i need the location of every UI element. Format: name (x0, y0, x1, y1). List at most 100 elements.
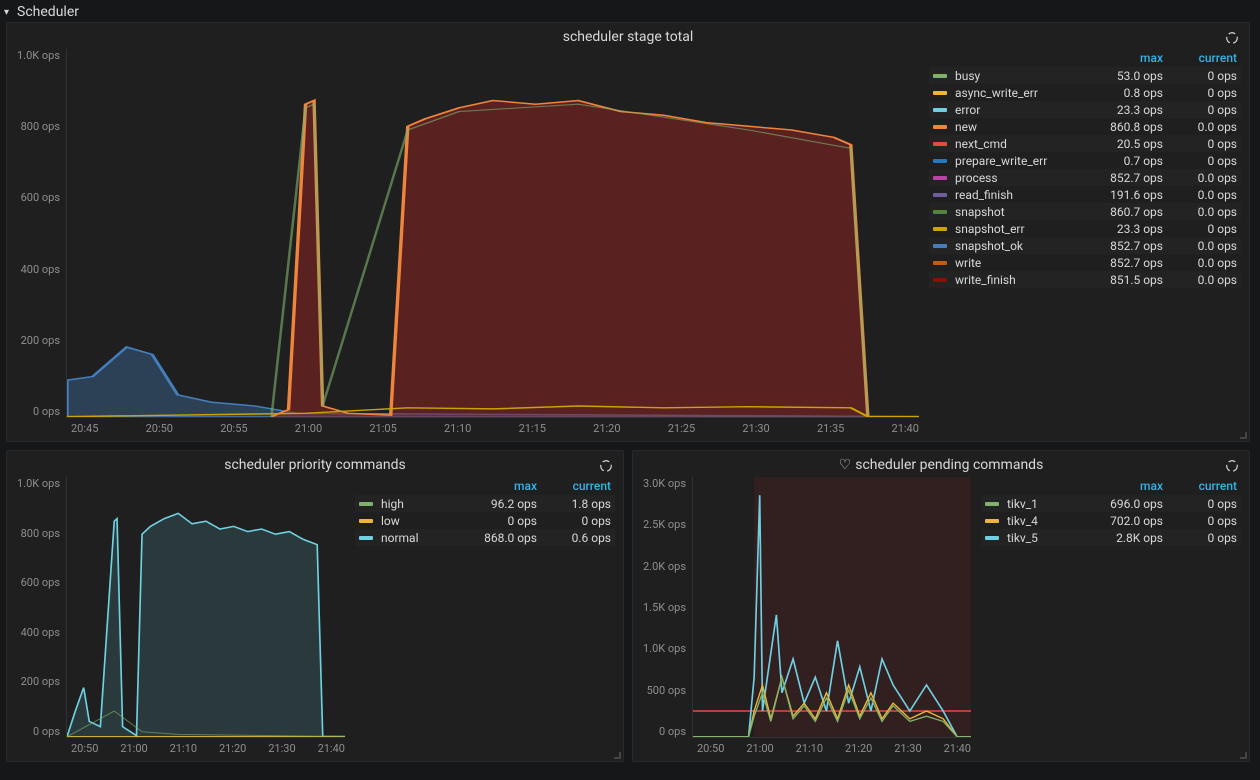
axis-tick: 21:20 (593, 422, 620, 435)
axis-tick: 20:55 (220, 422, 247, 435)
axis-tick: 1.0K ops (643, 642, 686, 655)
axis-tick: 21:10 (170, 742, 197, 755)
legend-max-value: 53.0 ops (1089, 69, 1163, 83)
y-axis: 3.0K ops2.5K ops2.0K ops1.5K ops1.0K ops… (641, 477, 692, 738)
plot-canvas[interactable] (66, 477, 345, 738)
legend-swatch (933, 176, 947, 180)
axis-tick: 0 ops (33, 405, 60, 418)
chart-area: 1.0K ops800 ops600 ops400 ops200 ops0 op… (15, 49, 919, 437)
legend-row[interactable]: busy53.0 ops0 ops (929, 67, 1241, 84)
legend-row[interactable]: snapshot_err23.3 ops0 ops (929, 220, 1241, 237)
axis-tick: 800 ops (21, 120, 60, 133)
panels-container: scheduler stage total 1.0K ops800 ops600… (0, 22, 1260, 768)
legend-swatch (359, 519, 373, 523)
legend-max-value: 868.0 ops (463, 531, 537, 545)
legend-max-value: 23.3 ops (1089, 222, 1163, 236)
axis-tick: 200 ops (21, 334, 60, 347)
legend-col-current[interactable]: current (1163, 51, 1237, 65)
legend-row[interactable]: prepare_write_err0.7 ops0 ops (929, 152, 1241, 169)
axis-tick: 1.0K ops (17, 477, 60, 490)
legend-col-current[interactable]: current (537, 479, 611, 493)
legend-series-name: high (381, 497, 463, 511)
legend-current-value: 0 ops (1163, 222, 1237, 236)
axis-tick: 21:00 (746, 742, 773, 755)
legend-swatch (933, 227, 947, 231)
legend-max-value: 0.8 ops (1089, 86, 1163, 100)
legend-current-value: 0 ops (1163, 514, 1237, 528)
axis-tick: 400 ops (21, 626, 60, 639)
legend-max-value: 23.3 ops (1089, 103, 1163, 117)
legend-max-value: 0 ops (463, 514, 537, 528)
legend-max-value: 860.8 ops (1089, 120, 1163, 134)
legend-current-value: 0.0 ops (1163, 171, 1237, 185)
axis-tick: 0 ops (659, 725, 686, 738)
legend-header: max current (929, 49, 1241, 67)
legend-series-name: tikv_1 (1007, 497, 1089, 511)
legend-swatch (933, 278, 947, 282)
legend-current-value: 0.0 ops (1163, 273, 1237, 287)
resize-handle-icon[interactable] (1239, 751, 1247, 759)
legend-max-value: 851.5 ops (1089, 273, 1163, 287)
panel-priority-commands[interactable]: scheduler priority commands 1.0K ops800 … (6, 450, 624, 762)
legend-row[interactable]: read_finish191.6 ops0.0 ops (929, 186, 1241, 203)
legend-row[interactable]: async_write_err0.8 ops0 ops (929, 84, 1241, 101)
legend-col-current[interactable]: current (1163, 479, 1237, 493)
legend-swatch (933, 108, 947, 112)
legend-current-value: 0.0 ops (1163, 239, 1237, 253)
legend-swatch (985, 519, 999, 523)
chart-area: 1.0K ops800 ops600 ops400 ops200 ops0 op… (15, 477, 345, 757)
axis-tick: 2.5K ops (643, 518, 686, 531)
section-header[interactable]: ▾ Scheduler (0, 0, 1260, 22)
legend-row[interactable]: snapshot860.7 ops0.0 ops (929, 203, 1241, 220)
legend-swatch (933, 142, 947, 146)
legend-col-max[interactable]: max (463, 479, 537, 493)
legend-col-max[interactable]: max (1089, 51, 1163, 65)
legend-row[interactable]: low0 ops0 ops (355, 512, 615, 529)
axis-tick: 400 ops (21, 263, 60, 276)
axis-tick: 21:05 (369, 422, 396, 435)
x-axis: 20:4520:5020:5521:0021:0521:1021:1521:20… (15, 418, 919, 437)
axis-tick: 200 ops (21, 675, 60, 688)
axis-tick: 20:45 (71, 422, 98, 435)
legend-row[interactable]: tikv_52.8K ops0 ops (981, 529, 1241, 546)
legend: max current busy53.0 ops0 opsasync_write… (929, 49, 1241, 437)
legend-row[interactable]: write_finish851.5 ops0.0 ops (929, 271, 1241, 288)
legend-row[interactable]: tikv_4702.0 ops0 ops (981, 512, 1241, 529)
resize-handle-icon[interactable] (1239, 431, 1247, 439)
legend-row[interactable]: normal868.0 ops0.6 ops (355, 529, 615, 546)
legend-col-max[interactable]: max (1089, 479, 1163, 493)
panel-stage-total[interactable]: scheduler stage total 1.0K ops800 ops600… (6, 22, 1250, 442)
legend-row[interactable]: next_cmd20.5 ops0 ops (929, 135, 1241, 152)
legend-current-value: 0.0 ops (1163, 188, 1237, 202)
axis-tick: 21:20 (219, 742, 246, 755)
legend-current-value: 0.6 ops (537, 531, 611, 545)
legend-series-name: new (955, 120, 1089, 134)
heart-icon: ♡ (839, 457, 852, 473)
legend-row[interactable]: high96.2 ops1.8 ops (355, 495, 615, 512)
legend-current-value: 0 ops (1163, 497, 1237, 511)
legend-row[interactable]: tikv_1696.0 ops0 ops (981, 495, 1241, 512)
resize-handle-icon[interactable] (613, 751, 621, 759)
panel-pending-commands[interactable]: ♡scheduler pending commands 3.0K ops2.5K… (632, 450, 1250, 762)
legend-max-value: 696.0 ops (1089, 497, 1163, 511)
legend-row[interactable]: new860.8 ops0.0 ops (929, 118, 1241, 135)
section-title: Scheduler (17, 4, 79, 20)
legend-row[interactable]: error23.3 ops0 ops (929, 101, 1241, 118)
axis-tick: 20:50 (697, 742, 724, 755)
axis-tick: 21:15 (519, 422, 546, 435)
chart-area: 3.0K ops2.5K ops2.0K ops1.5K ops1.0K ops… (641, 477, 971, 757)
legend-max-value: 852.7 ops (1089, 171, 1163, 185)
legend-row[interactable]: snapshot_ok852.7 ops0.0 ops (929, 237, 1241, 254)
legend-series-name: snapshot (955, 205, 1089, 219)
plot-canvas[interactable] (692, 477, 971, 738)
legend-current-value: 0 ops (1163, 86, 1237, 100)
legend-row[interactable]: write852.7 ops0.0 ops (929, 254, 1241, 271)
legend-swatch (933, 210, 947, 214)
legend-swatch (933, 125, 947, 129)
legend-row[interactable]: process852.7 ops0.0 ops (929, 169, 1241, 186)
axis-tick: 20:50 (71, 742, 98, 755)
plot-canvas[interactable] (66, 49, 919, 418)
axis-tick: 21:25 (668, 422, 695, 435)
legend-current-value: 0.0 ops (1163, 120, 1237, 134)
axis-tick: 21:30 (268, 742, 295, 755)
